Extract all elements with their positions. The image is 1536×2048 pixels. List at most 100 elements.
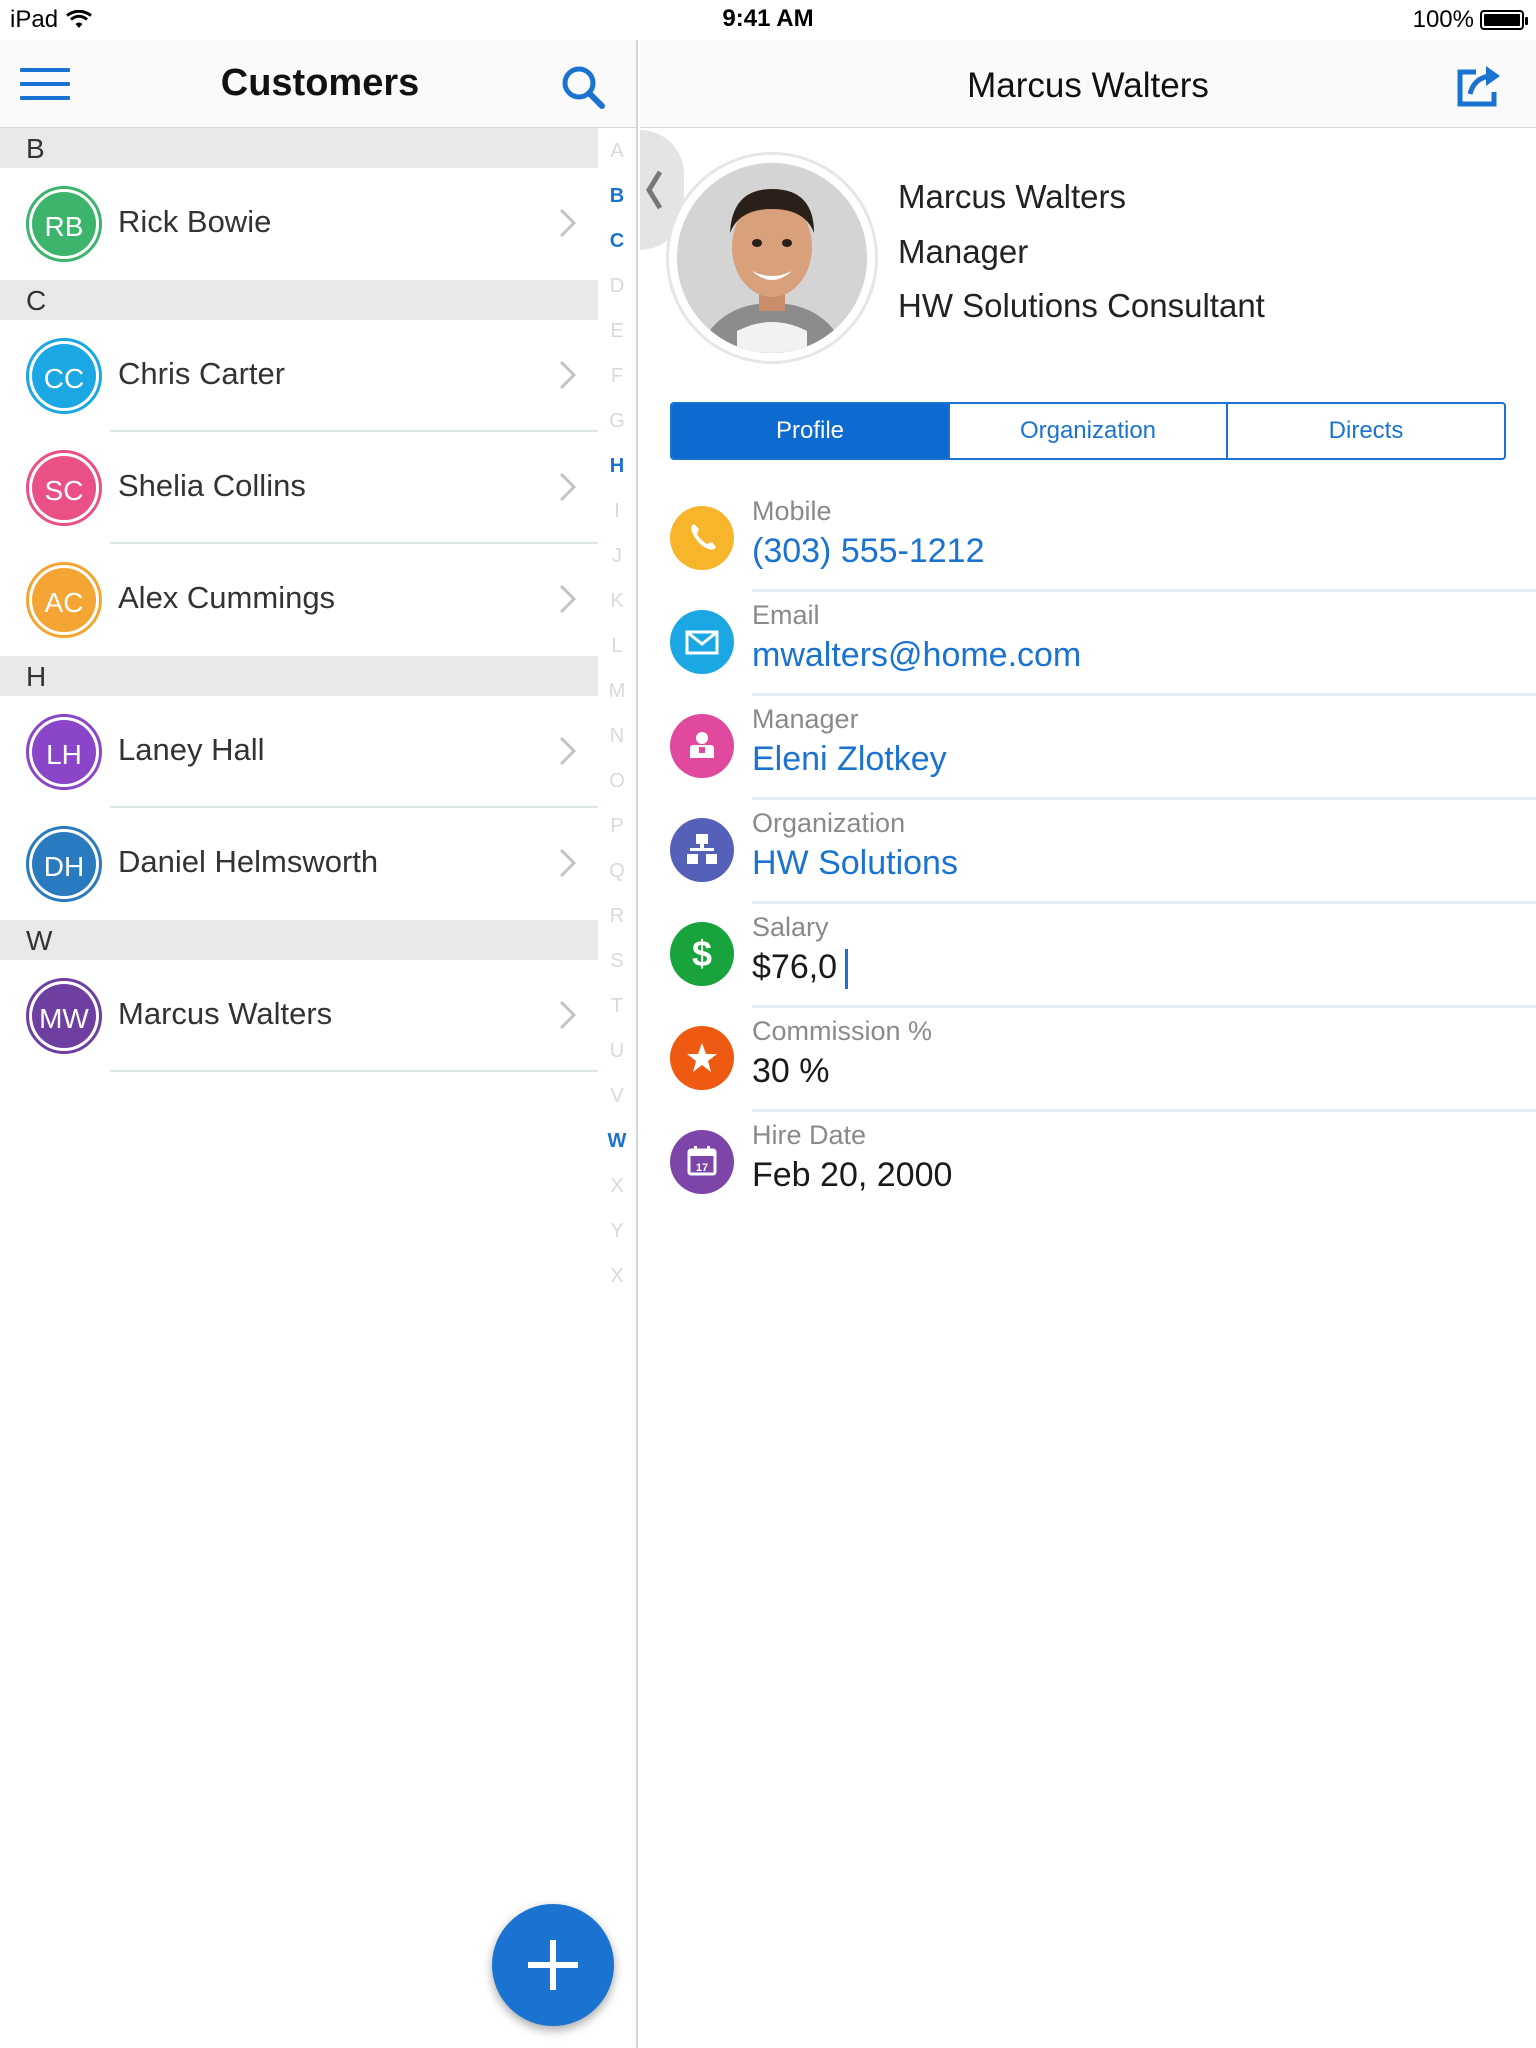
index-letter[interactable]: J — [600, 545, 634, 568]
index-letter[interactable]: L — [600, 635, 634, 658]
index-letter[interactable]: I — [600, 500, 634, 523]
index-letter[interactable]: X — [600, 1265, 634, 1288]
share-icon[interactable] — [1454, 64, 1504, 110]
salary-input[interactable]: $76,0 — [752, 948, 849, 990]
index-letter[interactable]: N — [600, 725, 634, 748]
avatar: SC — [26, 450, 102, 526]
detail-pane: Marcus Walters Marcus Walters Manager HW… — [640, 40, 1536, 2048]
index-letter[interactable]: H — [600, 455, 634, 478]
chevron-right-icon — [559, 1000, 577, 1030]
index-letter[interactable]: A — [600, 140, 634, 163]
list-item-shelia-collins[interactable]: SC Shelia Collins — [0, 432, 598, 544]
index-letter[interactable]: G — [600, 410, 634, 433]
add-customer-button[interactable] — [492, 1904, 614, 2026]
tab-directs[interactable]: Directs — [1228, 404, 1504, 458]
index-letter[interactable]: F — [600, 365, 634, 388]
status-right: 100% — [1412, 6, 1528, 34]
index-letter[interactable]: V — [600, 1085, 634, 1108]
svg-text:$: $ — [692, 933, 712, 974]
status-bar: iPad 9:41 AM 100% — [0, 0, 1536, 40]
manager-icon — [670, 714, 734, 778]
customer-name: Daniel Helmsworth — [118, 844, 379, 879]
manager-link[interactable]: Eleni Zlotkey — [752, 740, 947, 779]
dollar-icon: $ — [670, 922, 734, 986]
index-letter[interactable]: D — [600, 275, 634, 298]
battery-percent: 100% — [1412, 6, 1474, 33]
chevron-right-icon — [559, 360, 577, 390]
customers-header: Customers — [0, 40, 636, 128]
field-organization: Organization HW Solutions — [640, 800, 1536, 904]
section-header-w: W — [0, 920, 598, 960]
person-role: Manager — [898, 233, 1029, 270]
calendar-icon: 17 — [670, 1130, 734, 1194]
customer-name: Shelia Collins — [118, 468, 306, 503]
field-label: Hire Date — [752, 1120, 867, 1150]
organization-icon — [670, 818, 734, 882]
tab-organization[interactable]: Organization — [950, 404, 1228, 458]
list-item-rick-bowie[interactable]: RB Rick Bowie — [0, 168, 598, 280]
index-letter[interactable]: U — [600, 1040, 634, 1063]
index-letter[interactable]: W — [600, 1130, 634, 1153]
text-caret — [845, 949, 849, 990]
section-header-c: C — [0, 280, 598, 320]
search-icon[interactable] — [560, 64, 606, 110]
chevron-right-icon — [559, 584, 577, 614]
chevron-right-icon — [559, 848, 577, 878]
person-role-wrap: Manager — [898, 233, 1028, 271]
field-manager: Manager Eleni Zlotkey — [640, 696, 1536, 800]
index-letter[interactable]: S — [600, 950, 634, 973]
avatar: CC — [26, 338, 102, 414]
page-title: Customers — [220, 62, 420, 104]
index-letter[interactable]: E — [600, 320, 634, 343]
organization-link[interactable]: HW Solutions — [752, 844, 958, 883]
tab-profile[interactable]: Profile — [672, 404, 950, 458]
profile-tabs: Profile Organization Directs — [670, 402, 1506, 460]
index-letter[interactable]: O — [600, 770, 634, 793]
field-label: Commission % — [752, 1016, 933, 1046]
customer-name: Chris Carter — [118, 356, 286, 391]
index-letter[interactable]: X — [600, 1175, 634, 1198]
list-item-laney-hall[interactable]: LH Laney Hall — [0, 696, 598, 808]
index-letter[interactable]: R — [600, 905, 634, 928]
field-mobile: Mobile (303) 555-1212 — [640, 488, 1536, 592]
customer-name: Alex Cummings — [118, 580, 336, 615]
field-hire-date: 17 Hire Date Feb 20, 2000 — [640, 1112, 1536, 1216]
person-name: Marcus Walters — [898, 178, 1126, 215]
list-item-daniel-helmsworth[interactable]: DH Daniel Helmsworth — [0, 808, 598, 920]
customer-name: Marcus Walters — [118, 996, 333, 1031]
chevron-right-icon — [559, 208, 577, 238]
index-letter[interactable]: T — [600, 995, 634, 1018]
field-label: Manager — [752, 704, 859, 734]
list-item-marcus-walters[interactable]: MW Marcus Walters — [0, 960, 598, 1072]
field-label: Organization — [752, 808, 906, 838]
list-item-chris-carter[interactable]: CC Chris Carter — [0, 320, 598, 432]
index-letter[interactable]: B — [600, 185, 634, 208]
email-icon — [670, 610, 734, 674]
avatar: MW — [26, 978, 102, 1054]
customers-pane: Customers B RB Rick Bowie C CC Chris Car… — [0, 40, 638, 2048]
field-label: Mobile — [752, 496, 832, 526]
mobile-link[interactable]: (303) 555-1212 — [752, 532, 985, 571]
index-letter[interactable]: K — [600, 590, 634, 613]
avatar: LH — [26, 714, 102, 790]
battery-icon — [1480, 10, 1528, 30]
chevron-right-icon — [559, 472, 577, 502]
commission-value[interactable]: 30 % — [752, 1052, 830, 1091]
chevron-left-icon — [646, 170, 663, 210]
index-letter[interactable]: M — [600, 680, 634, 703]
hire-date-value[interactable]: Feb 20, 2000 — [752, 1156, 952, 1195]
avatar: DH — [26, 826, 102, 902]
person-position-wrap: HW Solutions Consultant — [898, 287, 1265, 325]
list-item-alex-cummings[interactable]: AC Alex Cummings — [0, 544, 598, 656]
email-link[interactable]: mwalters@home.com — [752, 636, 1081, 675]
index-letter[interactable]: Q — [600, 860, 634, 883]
person-position: HW Solutions Consultant — [898, 287, 1265, 324]
phone-icon — [670, 506, 734, 570]
index-letter[interactable]: Y — [600, 1220, 634, 1243]
calendar-day: 17 — [696, 1162, 708, 1174]
customer-name: Laney Hall — [118, 732, 265, 767]
index-letter[interactable]: C — [600, 230, 634, 253]
section-header-h: H — [0, 656, 598, 696]
index-letter[interactable]: P — [600, 815, 634, 838]
section-header-b: B — [0, 128, 598, 168]
